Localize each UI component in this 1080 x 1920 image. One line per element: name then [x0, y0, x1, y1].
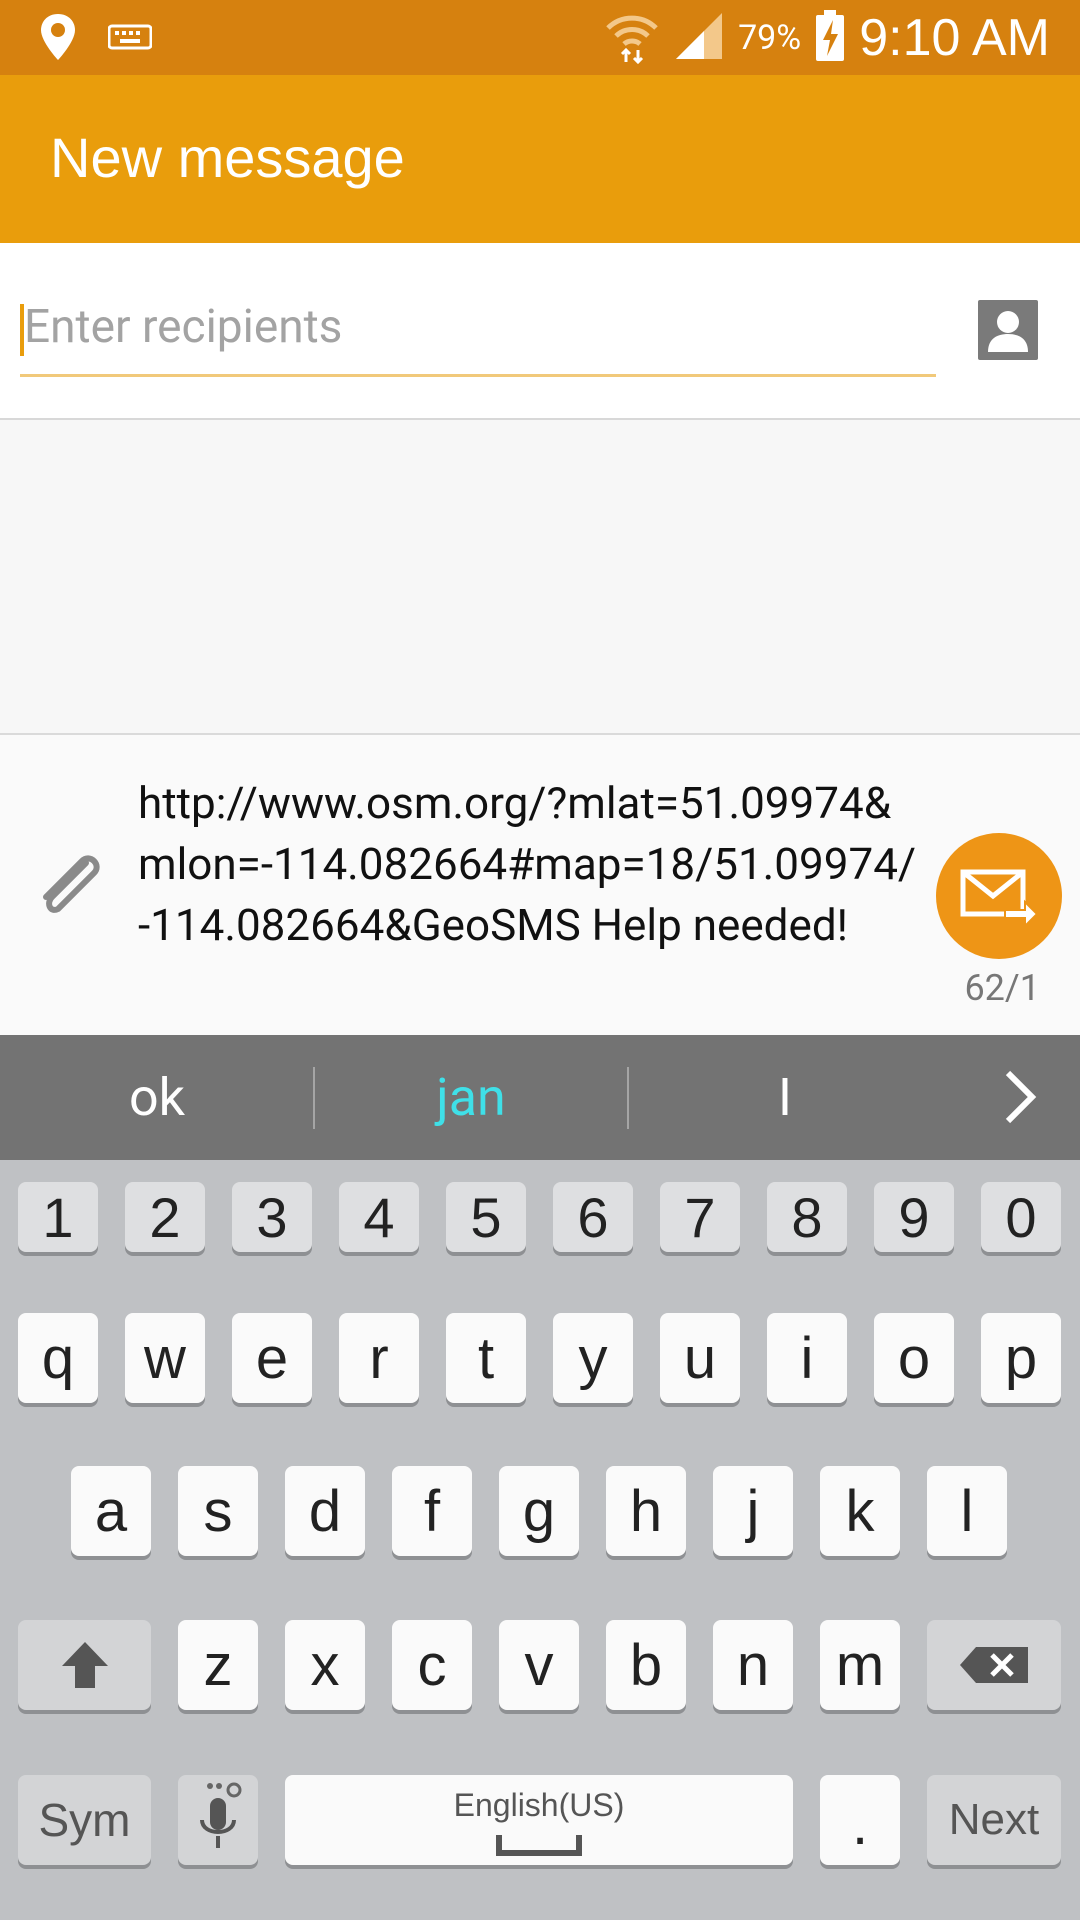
key-k[interactable]: k: [820, 1466, 900, 1556]
key-b[interactable]: b: [606, 1620, 686, 1710]
backspace-icon: [960, 1647, 1028, 1683]
contact-icon: [988, 311, 1028, 352]
signal-icon: [674, 11, 724, 65]
paperclip-icon: [43, 855, 100, 913]
voice-input-key[interactable]: [178, 1775, 258, 1865]
key-r[interactable]: r: [339, 1313, 419, 1403]
key-z[interactable]: z: [178, 1620, 258, 1710]
location-icon: [38, 12, 78, 66]
space-language-label: English(US): [453, 1787, 625, 1823]
recipients-placeholder: Enter recipients: [24, 300, 343, 354]
key-1[interactable]: 1: [18, 1182, 98, 1252]
chevron-right-icon: [1005, 1070, 1037, 1124]
battery-charging-icon: [815, 9, 845, 66]
battery-percent: 79%: [738, 17, 802, 58]
page-title: New message: [50, 126, 405, 189]
key-g[interactable]: g: [499, 1466, 579, 1556]
key-s[interactable]: s: [178, 1466, 258, 1556]
key-2[interactable]: 2: [125, 1182, 205, 1252]
attach-button[interactable]: [28, 845, 108, 925]
key-t[interactable]: t: [446, 1313, 526, 1403]
key-l[interactable]: l: [927, 1466, 1007, 1556]
key-3[interactable]: 3: [232, 1182, 312, 1252]
wifi-icon: [604, 8, 660, 68]
character-counter: 62/1: [964, 967, 1040, 1009]
key-8[interactable]: 8: [767, 1182, 847, 1252]
key-a[interactable]: a: [71, 1466, 151, 1556]
key-v[interactable]: v: [499, 1620, 579, 1710]
key-h[interactable]: h: [606, 1466, 686, 1556]
microphone-icon: [200, 1782, 242, 1848]
key-n[interactable]: n: [713, 1620, 793, 1710]
key-p[interactable]: p: [981, 1313, 1061, 1403]
key-f[interactable]: f: [392, 1466, 472, 1556]
send-button[interactable]: [936, 833, 1062, 959]
send-message-icon: [960, 869, 1039, 926]
more-suggestions-button[interactable]: [990, 1065, 1050, 1129]
message-input[interactable]: http://www.osm.org/?mlat=51.09974&mlon=-…: [138, 773, 918, 956]
key-5[interactable]: 5: [446, 1182, 526, 1252]
shift-arrow-icon: [61, 1642, 108, 1688]
shift-key[interactable]: [18, 1620, 151, 1710]
key-d[interactable]: d: [285, 1466, 365, 1556]
key-u[interactable]: u: [660, 1313, 740, 1403]
key-x[interactable]: x: [285, 1620, 365, 1710]
backspace-key[interactable]: [927, 1620, 1061, 1710]
suggestion-1[interactable]: ok: [0, 1035, 314, 1160]
recipients-input[interactable]: Enter recipients: [20, 288, 936, 377]
key-w[interactable]: w: [125, 1313, 205, 1403]
suggestion-2[interactable]: jan: [314, 1035, 628, 1160]
key-q[interactable]: q: [18, 1313, 98, 1403]
suggestion-bar: ok jan I: [0, 1035, 1080, 1160]
key-4[interactable]: 4: [339, 1182, 419, 1252]
key-6[interactable]: 6: [553, 1182, 633, 1252]
period-key[interactable]: .: [820, 1775, 900, 1865]
period-label: .: [851, 1791, 869, 1857]
keyboard-icon: [107, 22, 153, 56]
key-i[interactable]: i: [767, 1313, 847, 1403]
compose-area: http://www.osm.org/?mlat=51.09974&mlon=-…: [0, 733, 1080, 1037]
action-bar: New message: [0, 75, 1080, 243]
key-9[interactable]: 9: [874, 1182, 954, 1252]
space-bar-icon: [496, 1835, 582, 1856]
key-j[interactable]: j: [713, 1466, 793, 1556]
key-m[interactable]: m: [820, 1620, 900, 1710]
next-key[interactable]: Next: [927, 1775, 1061, 1865]
contacts-button[interactable]: [978, 300, 1038, 360]
key-c[interactable]: c: [392, 1620, 472, 1710]
key-y[interactable]: y: [553, 1313, 633, 1403]
key-0[interactable]: 0: [981, 1182, 1061, 1252]
status-bar: 79% 9:10 AM: [0, 0, 1080, 75]
keyboard: 1 2 3 4 5 6 7 8 9 0 q w e r t y u i o p …: [0, 1160, 1080, 1920]
key-7[interactable]: 7: [660, 1182, 740, 1252]
space-key[interactable]: English(US): [285, 1775, 793, 1865]
key-o[interactable]: o: [874, 1313, 954, 1403]
suggestion-3[interactable]: I: [628, 1035, 942, 1160]
clock: 9:10 AM: [859, 8, 1050, 67]
key-e[interactable]: e: [232, 1313, 312, 1403]
recipients-area: Enter recipients: [0, 243, 1080, 420]
sym-key[interactable]: Sym: [18, 1775, 151, 1865]
